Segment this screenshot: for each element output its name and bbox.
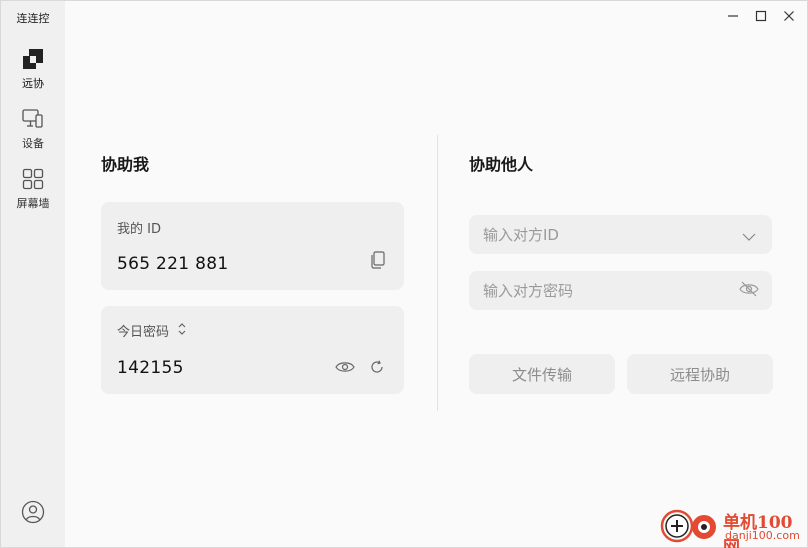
my-id-card: 我的 ID 565 221 881 xyxy=(101,202,404,290)
today-password-label: 今日密码 xyxy=(117,325,170,340)
window-controls xyxy=(721,5,801,27)
sidebar-item-label: 设备 xyxy=(22,137,44,150)
my-id-value: 565 221 881 xyxy=(117,254,229,274)
sidebar-item-screen-wall[interactable]: 屏幕墙 xyxy=(1,167,65,217)
close-button[interactable] xyxy=(777,5,801,27)
maximize-button[interactable] xyxy=(749,5,773,27)
file-transfer-button[interactable]: 文件传输 xyxy=(469,354,615,394)
sidebar-item-devices[interactable]: 设备 xyxy=(1,107,65,157)
remote-assist-button[interactable]: 远程协助 xyxy=(627,354,773,394)
refresh-icon xyxy=(370,359,384,378)
devices-icon xyxy=(21,107,45,131)
show-password-button[interactable] xyxy=(335,358,355,378)
user-avatar-icon[interactable] xyxy=(21,500,45,524)
my-id-label: 我的 ID xyxy=(117,222,161,237)
sidebar-item-label: 远协 xyxy=(22,77,44,90)
grid-icon xyxy=(21,167,45,191)
peer-id-input[interactable] xyxy=(469,215,729,254)
peer-password-field xyxy=(469,271,772,310)
remote-assist-icon xyxy=(21,47,45,71)
help-me-title: 协助我 xyxy=(101,155,150,174)
sidebar-item-label: 屏幕墙 xyxy=(16,197,50,210)
peer-id-field xyxy=(469,215,772,254)
today-password-value: 142155 xyxy=(117,358,184,378)
section-divider xyxy=(437,135,438,411)
today-password-card: 今日密码 142155 xyxy=(101,306,404,394)
peer-password-input[interactable] xyxy=(469,271,729,310)
close-icon xyxy=(783,7,795,26)
eye-off-icon xyxy=(739,281,759,301)
watermark-text: 单机100网 xyxy=(723,513,793,548)
watermark-logo-icon xyxy=(660,509,716,543)
peer-id-dropdown-button[interactable] xyxy=(738,224,760,246)
sidebar: 连连控 远协 设备 屏幕墙 xyxy=(1,1,65,547)
password-mode-toggle[interactable] xyxy=(177,321,189,335)
chevron-down-icon xyxy=(742,226,756,245)
app-title: 连连控 xyxy=(16,12,50,25)
chevron-up-down-icon xyxy=(177,321,187,340)
app-window: 连连控 远协 设备 屏幕墙 协助我 我的 ID 565 221 881 今日密码… xyxy=(0,0,808,548)
watermark-subtext: danji100.com xyxy=(725,529,800,542)
help-others-title: 协助他人 xyxy=(469,155,534,174)
minimize-button[interactable] xyxy=(721,5,745,27)
eye-icon xyxy=(335,359,355,378)
copy-icon xyxy=(370,251,386,273)
toggle-password-visibility-button[interactable] xyxy=(738,280,760,302)
sidebar-item-remote-assist[interactable]: 远协 xyxy=(1,47,65,97)
maximize-icon xyxy=(755,7,767,26)
copy-id-button[interactable] xyxy=(368,251,388,273)
refresh-password-button[interactable] xyxy=(367,358,387,378)
watermark: 单机100网 danji100.com xyxy=(659,506,808,548)
minimize-icon xyxy=(727,7,739,26)
